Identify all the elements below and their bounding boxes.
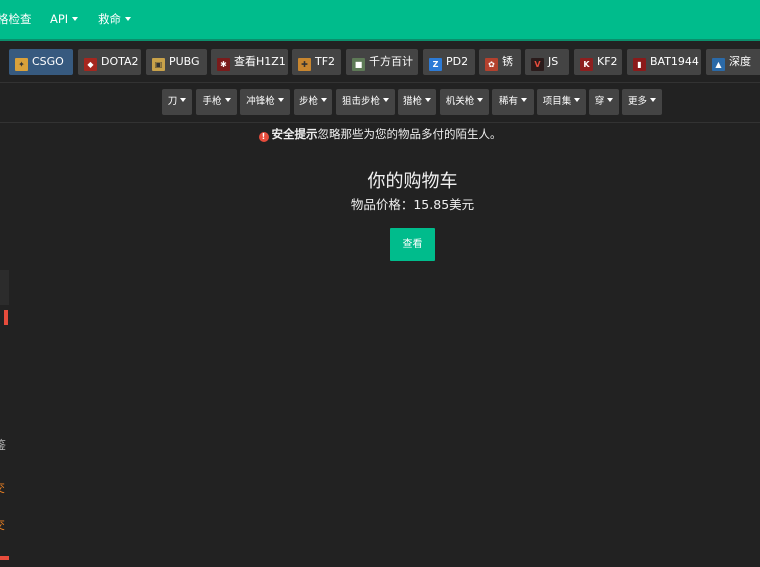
category-label: 项目集 [542, 96, 572, 107]
category-label: 猎枪 [402, 96, 422, 107]
game-tab-label: 查看H1Z1 [234, 55, 286, 68]
caret-down-icon [574, 98, 581, 102]
nav-item-label: 救命 [98, 12, 121, 26]
sidebar-edge-text: 鉴 [0, 438, 7, 452]
category-filter-bar: 刀 手枪 冲锋枪 步枪 狙击步枪 猎枪 机关枪 稀有 项目集 穿 更多 [0, 83, 760, 123]
game-tab-csgo[interactable]: ✦ CSGO [9, 49, 73, 75]
caret-down-icon [125, 17, 131, 21]
category-more[interactable]: 更多 [622, 89, 662, 115]
sidebar-edge-text: 交 [0, 481, 5, 495]
category-label: 机关枪 [445, 96, 475, 107]
bat1944-icon: ▮ [633, 58, 646, 71]
js-icon: V [531, 58, 544, 71]
category-label: 稀有 [498, 96, 518, 107]
pubg-icon: ▣ [152, 58, 165, 71]
unturned-icon: ■ [352, 58, 365, 71]
nav-item-help[interactable]: 救命 [98, 0, 131, 39]
game-tab-label: PD2 [446, 55, 469, 68]
game-tab-kf2[interactable]: K KF2 [574, 49, 622, 75]
game-tab-rust[interactable]: ✿ 锈 [479, 49, 521, 75]
tf2-icon: ✚ [298, 58, 311, 71]
game-tab-label: DOTA2 [101, 55, 139, 68]
dota2-icon: ◆ [84, 58, 97, 71]
cart-title: 你的购物车 [367, 171, 458, 192]
sidebar-red-marker [0, 556, 9, 560]
view-cart-button[interactable]: 查看 [390, 228, 435, 261]
category-smg[interactable]: 冲锋枪 [240, 89, 290, 115]
caret-down-icon [650, 98, 656, 102]
game-tabs-bar: ✦ CSGO ◆ DOTA2 ▣ PUBG ✱ 查看H1Z1 ✚ TF2 ■ 千方百计 ZP… [0, 41, 760, 83]
price-label: 物品价格： [350, 197, 414, 212]
caret-down-icon [607, 98, 614, 102]
caret-down-icon [383, 98, 389, 102]
category-label: 手枪 [202, 96, 222, 107]
category-label: 冲锋枪 [246, 96, 275, 107]
game-tab-depth[interactable]: ▲ 深度 [706, 49, 760, 75]
category-pistol[interactable]: 手枪 [196, 89, 237, 115]
category-rifle[interactable]: 步枪 [294, 89, 332, 115]
caret-down-icon [321, 98, 327, 102]
game-tab-label: JS [548, 55, 559, 68]
category-label: 步枪 [298, 96, 318, 107]
game-tab-dota2[interactable]: ◆ DOTA2 [78, 49, 141, 75]
category-rare[interactable]: 稀有 [492, 89, 534, 115]
game-tab-label: 千方百计 [369, 55, 413, 68]
rust-icon: ✿ [485, 58, 498, 71]
security-notice: ! 安全提示忽略那些为您的物品多付的陌生人。 [0, 125, 760, 143]
game-tab-js[interactable]: V JS [525, 49, 569, 75]
caret-down-icon [477, 98, 484, 102]
game-tab-tf2[interactable]: ✚ TF2 [292, 49, 341, 75]
caret-down-icon [425, 98, 431, 102]
category-knife[interactable]: 刀 [162, 89, 192, 115]
top-navbar: 格检查 API 救命 [0, 0, 760, 41]
csgo-icon: ✦ [15, 58, 28, 71]
nav-item-label: 格检查 [0, 12, 32, 26]
category-label: 刀 [167, 96, 178, 107]
depth-icon: ▲ [712, 58, 725, 71]
sidebar-red-marker [4, 310, 8, 325]
game-tab-unturned[interactable]: ■ 千方百计 [346, 49, 418, 75]
caret-down-icon [224, 98, 231, 102]
caret-down-icon [521, 98, 527, 102]
sidebar-edge-panel [0, 270, 9, 305]
game-tab-label: KF2 [597, 55, 618, 68]
sidebar-edge-text: 交 [0, 518, 5, 532]
game-tab-label: 锈 [502, 55, 513, 68]
category-label: 穿 [594, 96, 605, 107]
game-tab-label: BAT1944 [650, 55, 699, 68]
pd2-icon: Z [429, 58, 442, 71]
notice-title: 安全提示 [271, 127, 318, 141]
notice-text: 忽略那些为您的物品多付的陌生人。 [317, 127, 502, 141]
game-tab-bat1944[interactable]: ▮ BAT1944 [627, 49, 701, 75]
caret-down-icon [72, 17, 79, 21]
category-label: 更多 [627, 96, 647, 107]
nav-item-api[interactable]: API [50, 0, 79, 39]
game-tab-pubg[interactable]: ▣ PUBG [146, 49, 207, 75]
h1z1-icon: ✱ [217, 58, 230, 71]
caret-down-icon [180, 98, 187, 102]
category-shotgun[interactable]: 猎枪 [398, 89, 436, 115]
category-item-set[interactable]: 项目集 [537, 89, 586, 115]
category-wear[interactable]: 穿 [589, 89, 619, 115]
category-machine-gun[interactable]: 机关枪 [440, 89, 489, 115]
game-tab-h1z1[interactable]: ✱ 查看H1Z1 [211, 49, 288, 75]
price-value: 15.85美元 [413, 197, 475, 212]
category-sniper-rifle[interactable]: 狙击步枪 [336, 89, 395, 115]
game-tab-label: CSGO [32, 55, 64, 68]
page: 格检查 API 救命 ✦ CSGO ◆ DOTA2 ▣ PUBG ✱ 查看H1Z1 ✚ T… [0, 0, 760, 567]
cart-price: 物品价格：15.85美元 [0, 194, 760, 213]
kf2-icon: K [580, 58, 593, 71]
nav-item-label: API [50, 12, 69, 26]
info-icon: ! [258, 132, 269, 142]
game-tab-pd2[interactable]: Z PD2 [423, 49, 475, 75]
game-tab-label: TF2 [315, 55, 336, 68]
game-tab-label: PUBG [169, 55, 200, 68]
nav-item-inventory-check[interactable]: 格检查 [0, 0, 32, 39]
category-label: 狙击步枪 [341, 96, 380, 107]
game-tab-label: 深度 [729, 55, 751, 68]
caret-down-icon [277, 98, 284, 102]
